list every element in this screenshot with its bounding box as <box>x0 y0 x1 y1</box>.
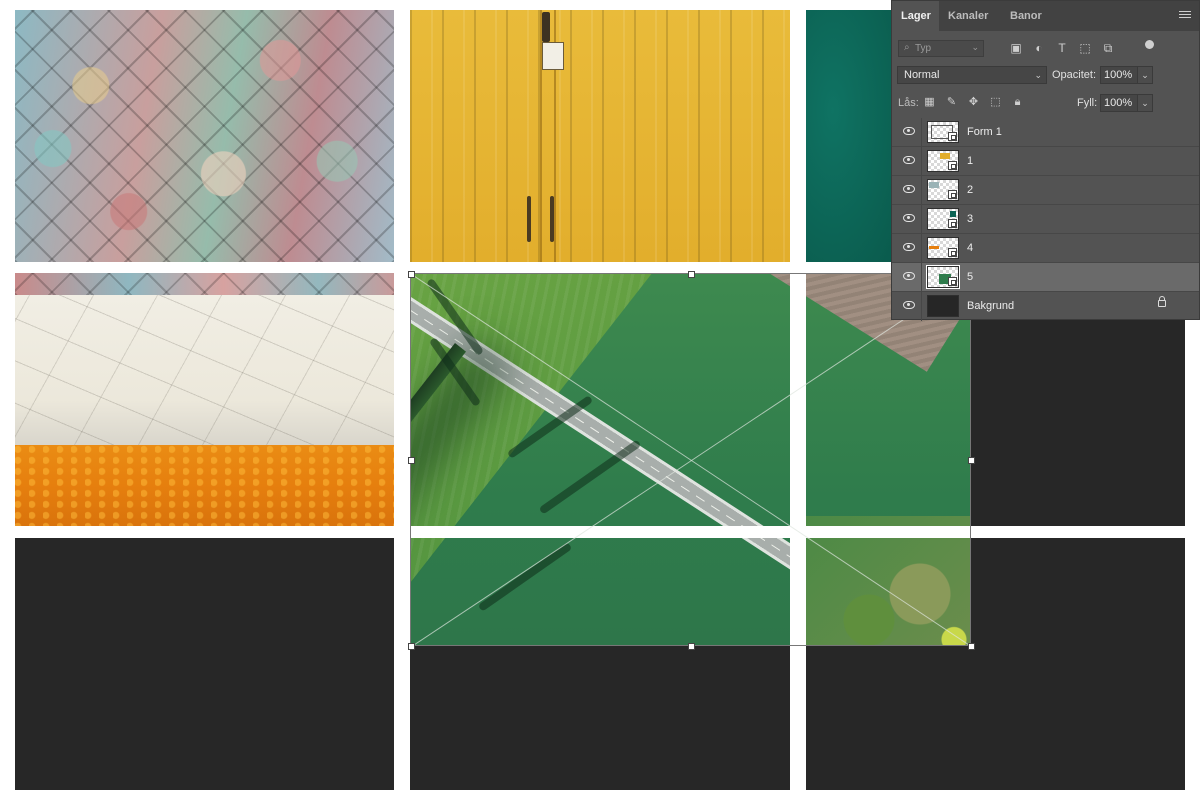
eye-icon[interactable] <box>903 301 915 309</box>
blend-mode-value: Normal <box>904 69 940 81</box>
eye-icon[interactable] <box>903 185 915 193</box>
layer-thumbnail <box>927 208 959 230</box>
fill-dropdown-button[interactable]: ⌄ <box>1137 94 1153 112</box>
panel-tab-bar: Lager Kanaler Banor <box>892 1 1199 31</box>
eye-icon[interactable] <box>903 214 915 222</box>
layers-panel: Lager Kanaler Banor ⌕ Typ ⌄ ▣ ◐ T ⬚ ⧉ No… <box>891 0 1200 321</box>
transform-handle-right[interactable] <box>968 457 975 464</box>
placeholder-cell <box>806 646 1185 790</box>
chevron-down-icon: ⌄ <box>1034 70 1042 80</box>
image-filter-icon[interactable]: ▣ <box>1009 41 1023 55</box>
transform-handle-bottom[interactable] <box>688 643 695 650</box>
smart-object-icon <box>948 248 957 257</box>
layer-row-background[interactable]: Bakgrund <box>892 292 1199 321</box>
lock-transparent-pixels-icon[interactable]: ▦ <box>923 96 936 109</box>
free-transform-box[interactable] <box>410 273 972 647</box>
opacity-dropdown-button[interactable]: ⌄ <box>1137 66 1153 84</box>
layer-name: 2 <box>967 184 974 196</box>
smart-object-icon <box>948 277 957 286</box>
adjustment-filter-icon[interactable]: ◐ <box>1032 41 1046 55</box>
photo-tile-yellow-door <box>410 10 790 262</box>
opacity-label: Opacitet: <box>1052 69 1097 81</box>
smart-object-filter-icon[interactable]: ⧉ <box>1101 41 1115 55</box>
placeholder-cell <box>410 646 790 790</box>
layer-row-2[interactable]: 2 <box>892 176 1199 205</box>
layer-thumbnail <box>927 179 959 201</box>
transform-handle-top[interactable] <box>688 271 695 278</box>
layer-row-4[interactable]: 4 <box>892 234 1199 263</box>
lock-position-icon[interactable]: ✥ <box>967 96 980 109</box>
eye-icon[interactable] <box>903 127 915 135</box>
layer-thumbnail <box>927 237 959 259</box>
shape-filter-icon[interactable]: ⬚ <box>1078 41 1092 55</box>
tab-layers[interactable]: Lager <box>892 1 939 31</box>
transform-handle-bottom-right[interactable] <box>968 643 975 650</box>
layer-name: 3 <box>967 213 974 225</box>
lock-all-icon[interactable]: 🔒︎ <box>1011 96 1024 109</box>
lock-artboard-icon[interactable]: ⬚ <box>989 96 1002 109</box>
tab-paths[interactable]: Banor <box>1001 1 1055 31</box>
eye-icon[interactable] <box>903 243 915 251</box>
type-filter-icon[interactable]: T <box>1055 41 1069 55</box>
filter-toggle-icon[interactable] <box>1145 40 1154 49</box>
photo-tile-scales <box>15 10 394 262</box>
smart-object-icon <box>948 161 957 170</box>
layer-row-form-1[interactable]: Form 1 <box>892 118 1199 147</box>
photo-tile-wall <box>15 273 394 526</box>
blend-mode-select[interactable]: Normal ⌄ <box>897 66 1047 84</box>
smart-object-icon <box>948 219 957 228</box>
layer-name: 1 <box>967 155 974 167</box>
search-icon: ⌕ <box>904 42 910 53</box>
layer-row-1[interactable]: 1 <box>892 147 1199 176</box>
placeholder-cell <box>15 538 394 790</box>
transform-handle-bottom-left[interactable] <box>408 643 415 650</box>
transform-handle-left[interactable] <box>408 457 415 464</box>
panel-menu-icon[interactable] <box>1179 11 1191 20</box>
chevron-down-icon: ⌄ <box>971 42 979 52</box>
placeholder-cell <box>971 538 1185 648</box>
lock-image-pixels-icon[interactable]: ✎ <box>945 96 958 109</box>
fill-label: Fyll: <box>1077 97 1098 109</box>
layer-name: 5 <box>967 271 974 283</box>
lock-label: Lås: <box>898 97 919 109</box>
eye-icon[interactable] <box>903 272 915 280</box>
layer-thumbnail <box>927 150 959 172</box>
layer-thumbnail <box>926 265 960 289</box>
shape-layer-icon <box>948 132 957 141</box>
layer-name: 4 <box>967 242 974 254</box>
placeholder-cell <box>971 320 1185 526</box>
tab-channels[interactable]: Kanaler <box>939 1 1001 31</box>
eye-icon[interactable] <box>903 156 915 164</box>
layer-thumbnail <box>927 121 959 143</box>
layer-filter-select[interactable]: ⌕ Typ ⌄ <box>898 40 984 57</box>
lock-icon <box>1158 296 1166 307</box>
layer-name: Form 1 <box>967 126 1002 138</box>
filter-kind-label: Typ <box>915 43 932 54</box>
photo-tile-teal-water <box>806 10 896 262</box>
layer-row-5[interactable]: 5 <box>892 263 1199 292</box>
transform-handle-top-left[interactable] <box>408 271 415 278</box>
layer-thumbnail <box>927 295 959 317</box>
layer-row-3[interactable]: 3 <box>892 205 1199 234</box>
layer-name: Bakgrund <box>967 300 1015 312</box>
smart-object-icon <box>948 190 957 199</box>
